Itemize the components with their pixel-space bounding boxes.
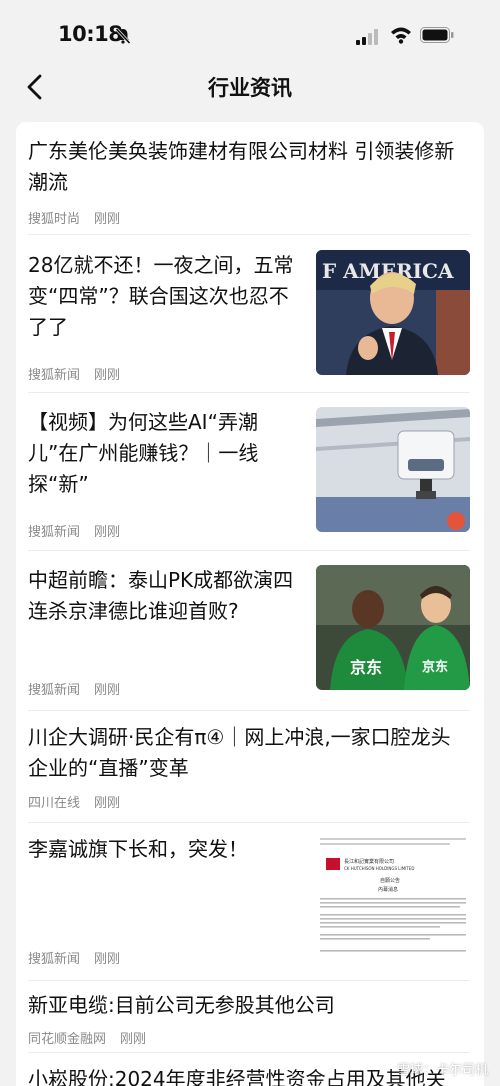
news-item-title: 28亿就不还！一夜之间，五常变“四常”？联合国这次也忍不了了 xyxy=(28,253,294,339)
nav-bar: 行业资讯 xyxy=(0,64,500,110)
news-item-meta: 四川在线 刚刚 xyxy=(28,792,120,811)
watermark: 雪球：卡尔司机 xyxy=(396,1063,488,1078)
news-item-source: 搜狐时尚 xyxy=(28,212,81,227)
news-thumbnail xyxy=(316,407,470,532)
divider xyxy=(28,392,470,393)
news-item-meta: 搜狐新闻 刚刚 xyxy=(28,364,120,383)
news-item-meta: 搜狐新闻 刚刚 xyxy=(28,679,120,698)
news-item-time: 刚刚 xyxy=(94,525,121,540)
news-item-source: 搜狐新闻 xyxy=(28,368,81,383)
news-item-source: 四川在线 xyxy=(28,796,81,811)
news-item-title: 【视频】为何这些AI“弄潮儿”在广州能赚钱？｜一线探“新” xyxy=(28,410,259,496)
news-item-title: 中超前瞻：泰山PK成都欲演四连杀京津德比谁迎首败? xyxy=(28,568,294,623)
news-item[interactable]: 中超前瞻：泰山PK成都欲演四连杀京津德比谁迎首败? 搜狐新闻 刚刚 京东 京东 xyxy=(28,565,470,698)
news-item-title: 川企大调研·民企有π④｜网上冲浪,一家口腔龙头企业的“直播”变革 xyxy=(28,725,451,780)
news-item[interactable]: 新亚电缆:目前公司无参股其他公司 同花顺金融网 刚刚 xyxy=(28,990,470,1050)
news-item[interactable]: 【视频】为何这些AI“弄潮儿”在广州能赚钱？｜一线探“新” 搜狐新闻 刚刚 xyxy=(28,407,470,540)
thumb-jersey-text-2: 京东 xyxy=(422,659,448,675)
news-item-time: 刚刚 xyxy=(120,1032,147,1047)
page-title: 行业资讯 xyxy=(208,76,292,100)
status-time: 10:18 xyxy=(58,22,123,46)
news-item[interactable]: 28亿就不还！一夜之间，五常变“四常”？联合国这次也忍不了了 搜狐新闻 刚刚 F … xyxy=(28,250,470,383)
thumb-doc-company-cn: 長江和記實業有限公司 xyxy=(344,858,394,865)
thumb-jersey-text: 京东 xyxy=(350,658,382,677)
news-thumbnail: 京东 京东 xyxy=(316,565,470,690)
wifi-icon xyxy=(391,27,411,44)
news-item-title: 广东美伦美奂装饰建材有限公司材料 引领装修新潮流 xyxy=(28,139,455,194)
news-item-source: 同花顺金融网 xyxy=(28,1032,107,1047)
news-item[interactable]: 川企大调研·民企有π④｜网上冲浪,一家口腔龙头企业的“直播”变革 四川在线 刚刚 xyxy=(28,722,470,822)
news-thumbnail: 長江和記實業有限公司 CK HUTCHISON HOLDINGS LIMITED… xyxy=(316,834,470,959)
thumb-doc-heading: 自願公告 xyxy=(380,877,400,884)
news-thumbnail: F AMERICA xyxy=(316,250,470,375)
news-item-source: 搜狐新闻 xyxy=(28,683,81,698)
news-item-source: 搜狐新闻 xyxy=(28,952,81,967)
news-item-meta: 搜狐新闻 刚刚 xyxy=(28,948,120,967)
status-bar: 10:18 xyxy=(0,0,500,64)
news-item-title: 新亚电缆:目前公司无参股其他公司 xyxy=(28,993,335,1017)
divider xyxy=(28,822,470,823)
news-item-time: 刚刚 xyxy=(94,683,121,698)
news-item-time: 刚刚 xyxy=(94,212,121,227)
news-item-time: 刚刚 xyxy=(94,952,121,967)
divider xyxy=(28,1052,470,1053)
news-list: 广东美伦美奂装饰建材有限公司材料 引领装修新潮流 搜狐时尚 刚刚 28亿就不还！一… xyxy=(16,122,484,1086)
news-item-time: 刚刚 xyxy=(94,796,121,811)
bell-muted-icon xyxy=(115,27,131,45)
divider xyxy=(28,710,470,711)
news-item-meta: 搜狐时尚 刚刚 xyxy=(28,208,120,227)
cellular-signal-icon xyxy=(356,29,378,45)
news-item[interactable]: 广东美伦美奂装饰建材有限公司材料 引领装修新潮流 搜狐时尚 刚刚 xyxy=(28,136,470,236)
news-item-meta: 搜狐新闻 刚刚 xyxy=(28,521,120,540)
news-item-meta: 同花顺金融网 刚刚 xyxy=(28,1028,146,1047)
divider xyxy=(28,550,470,551)
divider xyxy=(28,980,470,981)
news-item-source: 搜狐新闻 xyxy=(28,525,81,540)
thumb-doc-sub: 內幕消息 xyxy=(378,886,398,893)
news-item-title: 李嘉诚旗下长和，突发！ xyxy=(28,837,248,861)
news-item[interactable]: 李嘉诚旗下长和，突发！ 搜狐新闻 刚刚 長江和記實業有限公司 CK HUTCHIS… xyxy=(28,834,470,967)
thumb-doc-company: CK HUTCHISON HOLDINGS LIMITED xyxy=(344,866,414,871)
divider xyxy=(28,234,470,235)
battery-icon xyxy=(420,27,454,43)
news-item-time: 刚刚 xyxy=(94,368,121,383)
